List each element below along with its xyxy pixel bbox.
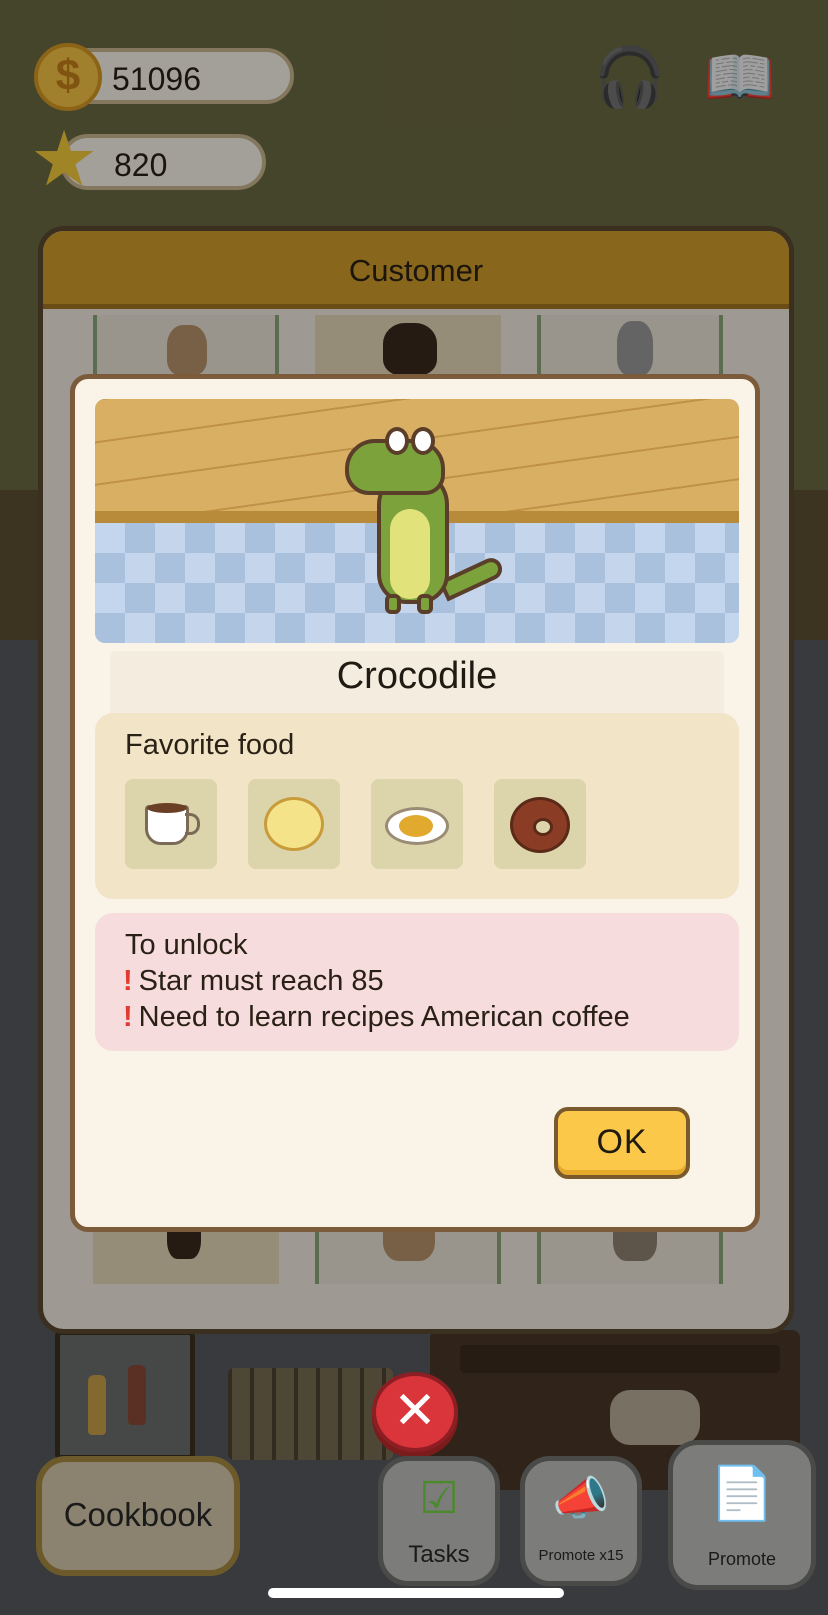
tasks-label: Tasks — [408, 1541, 470, 1568]
home-indicator[interactable] — [268, 1588, 564, 1598]
favorite-food-section: Favorite food — [95, 713, 739, 899]
close-icon[interactable]: ✕ — [372, 1372, 458, 1452]
promote-x15-label: Promote x15 — [538, 1547, 624, 1564]
papers-icon: 📄 — [709, 1465, 775, 1523]
favorite-food-title: Favorite food — [125, 729, 295, 761]
customer-name: Crocodile — [336, 655, 498, 697]
chocolate-donut-icon[interactable] — [494, 779, 586, 869]
coffee-cup-icon[interactable] — [125, 779, 217, 869]
exclamation-icon: ! — [123, 965, 133, 997]
cookbook-button[interactable]: Cookbook — [36, 1456, 240, 1576]
unlock-requirements-section: To unlock ! Star must reach 85 ! Need to l… — [95, 913, 739, 1051]
ok-button[interactable]: OK — [554, 1107, 690, 1179]
customer-detail-dialog: Crocodile Favorite food To unlock ! Star … — [70, 374, 760, 1232]
rice-plate-icon[interactable] — [371, 779, 463, 869]
promote-button[interactable]: 📄 Promote — [668, 1440, 816, 1590]
customer-preview — [95, 399, 739, 643]
cookbook-label: Cookbook — [63, 1496, 213, 1533]
promote-x15-button[interactable]: 📣 Promote x15 — [520, 1456, 642, 1586]
unlock-title: To unlock — [125, 929, 248, 961]
tasks-button[interactable]: ☑ Tasks — [378, 1456, 500, 1586]
exclamation-icon: ! — [123, 1001, 133, 1033]
promote-label: Promote — [707, 1549, 777, 1569]
checkbox-icon: ☑ — [419, 1474, 459, 1523]
requirement-item: ! Star must reach 85 — [123, 965, 384, 997]
bun-icon[interactable] — [248, 779, 340, 869]
requirement-item: ! Need to learn recipes American coffee — [123, 1001, 630, 1033]
megaphone-icon: 📣 — [552, 1472, 610, 1524]
